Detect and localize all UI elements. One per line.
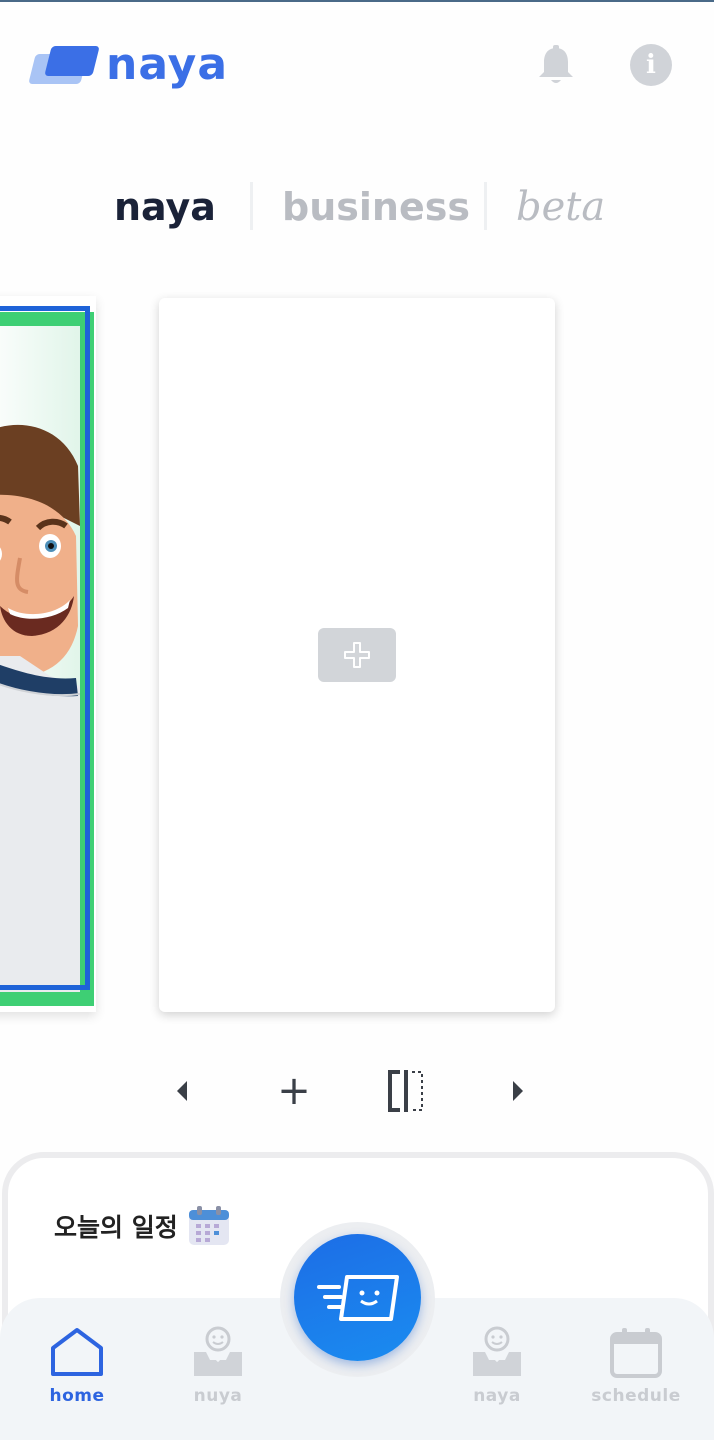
- today-title-text: 오늘의 일정: [54, 1213, 178, 1242]
- nav-schedule-label: schedule: [591, 1386, 681, 1406]
- split-icon[interactable]: [384, 1068, 428, 1114]
- logo-text: naya: [106, 39, 229, 90]
- nav-home-label: home: [49, 1386, 105, 1406]
- brand-tabs: naya business beta: [0, 180, 714, 234]
- nav-nuya-label: nuya: [193, 1386, 243, 1406]
- home-icon: [51, 1328, 103, 1376]
- tab-divider: [250, 182, 253, 230]
- card-frame-blue: [0, 306, 90, 990]
- status-divider: [0, 0, 714, 2]
- caret-left-icon[interactable]: [170, 1068, 194, 1114]
- tab-divider: [484, 182, 487, 230]
- bell-icon[interactable]: [536, 44, 576, 86]
- caret-right-icon[interactable]: [506, 1068, 530, 1114]
- tab-naya[interactable]: naya: [114, 180, 216, 234]
- nav-nuya[interactable]: nuya: [163, 1326, 273, 1406]
- tab-beta[interactable]: beta: [516, 180, 605, 234]
- card-add-new[interactable]: [159, 298, 555, 1012]
- tab-business[interactable]: business: [282, 180, 470, 234]
- nav-naya[interactable]: naya: [442, 1326, 552, 1406]
- calendar-icon: [610, 1328, 662, 1378]
- logo-mark: [28, 42, 102, 88]
- nav-schedule[interactable]: schedule: [581, 1326, 691, 1406]
- app-logo[interactable]: naya: [28, 39, 229, 90]
- card-preview-previous[interactable]: [0, 296, 96, 1012]
- add-card-button[interactable]: +: [272, 1068, 316, 1114]
- nav-naya-label: naya: [473, 1386, 521, 1406]
- today-title: 오늘의 일정: [54, 1206, 230, 1246]
- plus-icon[interactable]: [318, 628, 396, 682]
- inbox-face-icon: [473, 1326, 521, 1376]
- nav-home[interactable]: home: [22, 1326, 132, 1406]
- inbox-face-icon: [194, 1326, 242, 1376]
- send-card-icon: [316, 1274, 399, 1321]
- calendar-icon: [188, 1206, 230, 1246]
- send-card-button[interactable]: [294, 1234, 421, 1361]
- info-icon[interactable]: i: [630, 44, 672, 86]
